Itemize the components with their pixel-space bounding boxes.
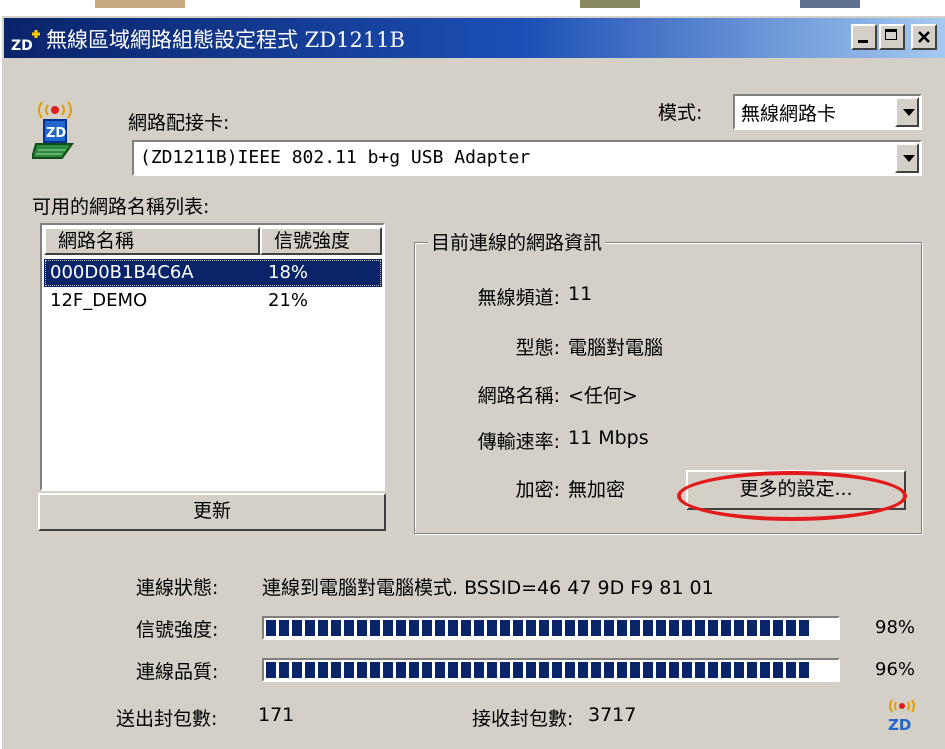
channel-label: 無線頻道: xyxy=(477,287,560,309)
rate-label: 傳輸速率: xyxy=(477,431,560,453)
chevron-down-icon xyxy=(903,155,915,162)
packets-received-label: 接收封包數: xyxy=(472,708,574,730)
minimize-icon xyxy=(858,40,868,43)
window-title: 無線區域網路組態設定程式 ZD1211B xyxy=(46,28,405,52)
channel-value: 11 xyxy=(568,283,593,305)
adapter-dropdown-button[interactable] xyxy=(895,143,919,173)
wireless-adapter-icon: ZD xyxy=(32,101,74,159)
signal-strength-percent: 98% xyxy=(875,617,916,638)
network-name: 000D0B1B4C6A xyxy=(50,262,194,283)
close-button[interactable] xyxy=(911,24,937,50)
signal-strength-label: 信號強度: xyxy=(136,619,219,641)
chevron-down-icon xyxy=(903,109,915,116)
link-quality-label: 連線品質: xyxy=(136,661,219,683)
group-title: 目前連線的網路資訊 xyxy=(428,228,606,255)
more-settings-button[interactable]: 更多的設定... xyxy=(686,470,906,510)
ssid-label: 網路名稱: xyxy=(477,385,560,407)
network-signal: 21% xyxy=(268,290,309,311)
mode-label: 模式: xyxy=(658,102,703,124)
type-value: 電腦對電腦 xyxy=(568,337,664,359)
encryption-value: 無加密 xyxy=(568,479,626,501)
network-list[interactable]: 網路名稱 信號強度 000D0B1B4C6A 18% 12F_DEMO 21% xyxy=(40,223,385,491)
link-quality-percent: 96% xyxy=(875,659,916,680)
list-item[interactable]: 12F_DEMO 21% xyxy=(44,287,382,315)
list-item[interactable]: 000D0B1B4C6A 18% xyxy=(44,259,382,287)
config-window: ZD 無線區域網路組態設定程式 ZD1211B ZD 網路配接卡: 模式: 無線… xyxy=(0,14,945,749)
refresh-button[interactable]: 更新 xyxy=(38,493,386,531)
title-bar[interactable]: ZD 無線區域網路組態設定程式 ZD1211B xyxy=(4,18,945,58)
connection-status-label: 連線狀態: xyxy=(136,577,219,599)
type-label: 型態: xyxy=(515,337,560,359)
signal-strength-bar xyxy=(262,616,840,640)
minimize-button[interactable] xyxy=(851,24,877,50)
maximize-button[interactable] xyxy=(879,24,905,50)
packets-sent-label: 送出封包數: xyxy=(116,708,218,730)
column-header-signal[interactable]: 信號強度 xyxy=(260,227,382,255)
svg-text:ZD: ZD xyxy=(11,38,33,52)
packets-received-value: 3717 xyxy=(588,704,637,726)
link-quality-fill xyxy=(266,662,809,678)
adapter-label: 網路配接卡: xyxy=(128,112,230,134)
mode-value: 無線網路卡 xyxy=(741,103,837,125)
close-icon xyxy=(918,31,930,43)
network-name: 12F_DEMO xyxy=(50,290,148,311)
network-signal: 18% xyxy=(268,262,309,283)
background-decoration xyxy=(580,0,640,8)
connection-status-value: 連線到電腦對電腦模式. BSSID=46 47 9D F9 81 01 xyxy=(262,577,714,599)
column-header-network-name[interactable]: 網路名稱 xyxy=(44,227,260,255)
background-decoration xyxy=(95,0,185,8)
mode-dropdown[interactable]: 無線網路卡 xyxy=(733,94,922,130)
mode-dropdown-button[interactable] xyxy=(895,97,919,127)
background-decoration xyxy=(800,0,860,8)
encryption-label: 加密: xyxy=(515,479,560,501)
desktop-strip xyxy=(0,0,945,14)
svg-text:ZD: ZD xyxy=(46,126,66,141)
svg-text:ZD: ZD xyxy=(888,716,911,734)
rate-value: 11 Mbps xyxy=(568,427,649,449)
signal-strength-fill xyxy=(266,620,809,636)
zd-app-icon: ZD xyxy=(11,30,40,52)
adapter-dropdown[interactable]: (ZD1211B)IEEE 802.11 b+g USB Adapter xyxy=(132,140,922,176)
maximize-icon xyxy=(885,29,897,40)
packets-sent-value: 171 xyxy=(258,704,295,726)
zd-logo-icon: ZD xyxy=(888,699,915,734)
adapter-value: (ZD1211B)IEEE 802.11 b+g USB Adapter xyxy=(140,147,531,168)
ssid-value: <任何> xyxy=(568,385,638,407)
network-list-label: 可用的網路名稱列表: xyxy=(32,196,210,218)
link-quality-bar xyxy=(262,658,840,682)
